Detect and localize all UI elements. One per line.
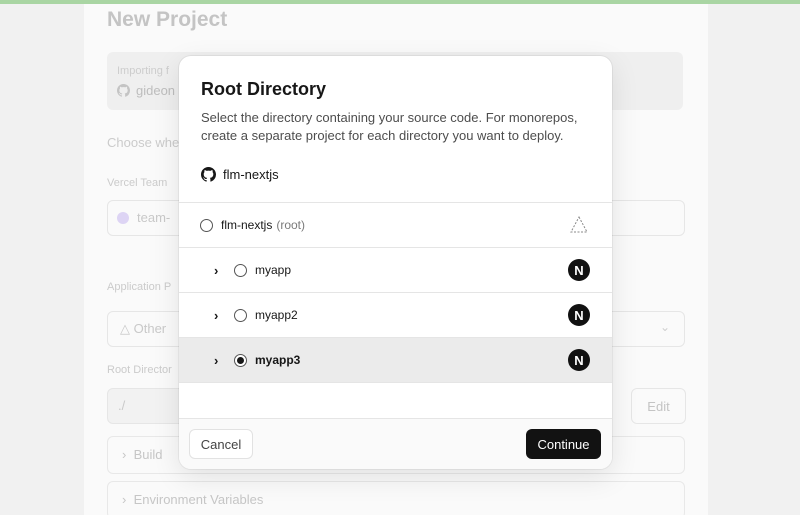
env-vars-label: › Environment Variables [122, 492, 263, 507]
app-preset-name: Other [133, 321, 167, 336]
chevron-right-icon[interactable]: › [214, 263, 228, 278]
import-label: Importing f [117, 65, 169, 77]
build-label: Build [133, 447, 163, 462]
chevron-right-icon: › [122, 447, 127, 462]
root-dir-label: Root Director [107, 364, 172, 376]
radio-button[interactable] [234, 308, 247, 322]
root-dir-value: ./ [118, 398, 126, 413]
directory-list: flm-nextjs (root) › myapp N › myapp2 N ›… [179, 202, 612, 383]
page-title: New Project [107, 8, 228, 31]
app-preset-value: △ Other [120, 321, 166, 337]
modal-description: Select the directory containing your sou… [201, 110, 578, 143]
chevron-right-icon: › [122, 492, 127, 507]
directory-label: myapp3 [255, 353, 301, 367]
team-name: team- [137, 210, 171, 225]
nextjs-icon: N [568, 349, 590, 371]
directory-label: flm-nextjs [221, 218, 273, 232]
team-avatar [117, 211, 129, 224]
chevron-right-icon[interactable]: › [214, 308, 228, 323]
team-value: team- [117, 210, 170, 225]
github-icon [201, 167, 216, 182]
directory-row-myapp2[interactable]: › myapp2 N [179, 293, 612, 338]
choose-text: Choose whe [107, 135, 180, 150]
chevron-right-icon[interactable]: › [214, 353, 228, 368]
chevron-down-icon: ⌄ [660, 320, 671, 334]
nextjs-icon: N [568, 304, 590, 326]
directory-row-root[interactable]: flm-nextjs (root) [179, 203, 612, 248]
directory-row-myapp3[interactable]: › myapp3 N [179, 338, 612, 383]
build-settings-label: › Build [122, 447, 163, 462]
edit-root-button[interactable]: Edit [631, 388, 686, 424]
continue-button[interactable]: Continue [526, 429, 601, 459]
root-directory-modal: Root Directory Select the directory cont… [179, 56, 612, 469]
radio-button-selected[interactable] [234, 353, 247, 367]
import-repo: gideon [117, 83, 175, 98]
env-label: Environment Variables [133, 492, 264, 507]
github-icon [117, 84, 130, 97]
directory-label: myapp2 [255, 308, 298, 322]
team-label: Vercel Team [107, 177, 168, 189]
radio-button[interactable] [234, 263, 247, 277]
repo-header: flm-nextjs [201, 167, 279, 182]
nextjs-icon: N [568, 259, 590, 281]
triangle-icon: △ [120, 321, 130, 336]
repo-name: flm-nextjs [223, 167, 279, 182]
modal-title: Root Directory [201, 79, 327, 99]
app-preset-label: Application P [107, 281, 172, 293]
directory-row-myapp[interactable]: › myapp N [179, 248, 612, 293]
radio-button[interactable] [200, 218, 213, 232]
root-suffix: (root) [276, 218, 306, 232]
radio-dot [237, 356, 244, 364]
other-framework-icon [570, 215, 588, 233]
cancel-button[interactable]: Cancel [189, 429, 253, 459]
import-repo-name: gideon [136, 83, 176, 98]
modal-footer: Cancel Continue [179, 418, 612, 469]
directory-label: myapp [255, 263, 292, 277]
